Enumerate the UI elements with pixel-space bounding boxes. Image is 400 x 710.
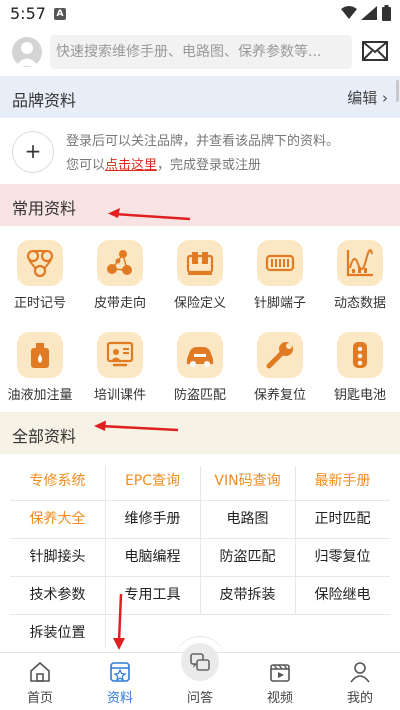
table-cell[interactable]: 皮带拆装 bbox=[200, 576, 295, 614]
wrench-icon bbox=[257, 332, 303, 378]
grid-label: 正时记号 bbox=[13, 296, 66, 311]
nav-tab-video[interactable]: 视频 bbox=[240, 653, 320, 710]
wifi-icon bbox=[341, 6, 357, 19]
oil-can-icon bbox=[17, 332, 63, 378]
belt-icon bbox=[97, 240, 143, 286]
table-cell[interactable]: 电脑编程 bbox=[105, 538, 200, 576]
table-cell[interactable]: 拆装位置 bbox=[10, 614, 105, 652]
profile-icon bbox=[350, 662, 370, 683]
search-box[interactable] bbox=[50, 35, 352, 69]
key-fob-icon bbox=[337, 332, 383, 378]
signal-icon bbox=[361, 6, 377, 20]
pin-terminal-icon bbox=[257, 240, 303, 286]
table-cell[interactable]: VIN码查询 bbox=[200, 462, 295, 500]
brand-section-title: 品牌资料 bbox=[12, 91, 77, 110]
common-item-pin-terminals[interactable]: 针脚端子 bbox=[240, 226, 320, 316]
all-section-header: 全部资料 bbox=[0, 412, 400, 454]
login-suffix: ，完成登录或注册 bbox=[157, 158, 262, 173]
grid-label: 油液加注量 bbox=[7, 388, 73, 403]
qa-icon bbox=[190, 653, 210, 671]
common-data-grid: 正时记号 皮带走向 保险定义 针脚端子 动态数据 油液加注量 培训课件 防盗匹配… bbox=[0, 226, 400, 412]
login-hint-text: 登录后可以关注品牌，并查看该品牌下的资料。 bbox=[66, 134, 340, 149]
user-silhouette-icon bbox=[16, 42, 38, 66]
nav-label: 首页 bbox=[26, 691, 53, 706]
grid-label: 针脚端子 bbox=[253, 296, 306, 311]
table-cell[interactable]: 最新手册 bbox=[295, 462, 390, 500]
plus-icon: + bbox=[24, 139, 42, 163]
timing-icon bbox=[17, 240, 63, 286]
table-cell[interactable]: 归零复位 bbox=[295, 538, 390, 576]
home-icon bbox=[30, 661, 50, 682]
qa-button[interactable] bbox=[181, 643, 219, 681]
docs-icon bbox=[110, 662, 130, 682]
login-hint-line: 您可以点击这里，完成登录或注册 bbox=[66, 154, 261, 173]
table-cell[interactable]: 技术参数 bbox=[10, 576, 105, 614]
common-section-title: 常用资料 bbox=[12, 199, 77, 218]
search-input[interactable] bbox=[50, 35, 352, 69]
mail-icon[interactable] bbox=[362, 40, 388, 62]
chevron-right-icon: › bbox=[382, 89, 388, 107]
grid-label: 钥匙电池 bbox=[333, 388, 386, 403]
avatar[interactable] bbox=[12, 37, 42, 67]
edit-label: 编辑 bbox=[347, 89, 378, 107]
common-item-anti-theft[interactable]: 防盗匹配 bbox=[160, 318, 240, 408]
battery-icon bbox=[382, 5, 391, 21]
brand-section-header: 品牌资料 编辑 › bbox=[0, 76, 400, 118]
annotation-arrow-icon bbox=[94, 420, 179, 432]
common-item-training[interactable]: 培训课件 bbox=[80, 318, 160, 408]
table-cell[interactable]: 正时匹配 bbox=[295, 500, 390, 538]
common-item-fuse-definition[interactable]: 保险定义 bbox=[160, 226, 240, 316]
grid-label: 保养复位 bbox=[253, 388, 306, 403]
all-section-title: 全部资料 bbox=[12, 427, 77, 446]
edit-brands-button[interactable]: 编辑 › bbox=[347, 87, 388, 108]
nav-label: 视频 bbox=[266, 691, 293, 706]
scrollbar-thumb[interactable] bbox=[396, 80, 399, 102]
brand-login-prompt: + 登录后可以关注品牌，并查看该品牌下的资料。 您可以点击这里，完成登录或注册 bbox=[0, 118, 400, 184]
nav-tab-home[interactable]: 首页 bbox=[0, 653, 80, 710]
nav-label: 问答 bbox=[186, 691, 213, 706]
common-item-maintenance-reset[interactable]: 保养复位 bbox=[240, 318, 320, 408]
grid-label: 防盗匹配 bbox=[173, 388, 226, 403]
nav-tab-profile[interactable]: 我的 bbox=[320, 653, 400, 710]
nav-label: 资料 bbox=[106, 691, 133, 706]
all-data-table: 专修系统 EPC查询 VIN码查询 最新手册 保养大全 维修手册 电路图 正时匹… bbox=[10, 462, 390, 652]
table-cell[interactable]: 电路图 bbox=[200, 500, 295, 538]
nav-tab-docs[interactable]: 资料 bbox=[80, 653, 160, 710]
video-icon bbox=[270, 664, 290, 682]
annotation-arrow-icon bbox=[113, 593, 125, 650]
fuse-icon bbox=[177, 240, 223, 286]
nav-label: 我的 bbox=[346, 691, 373, 706]
car-key-icon bbox=[177, 332, 223, 378]
table-cell[interactable]: 保养大全 bbox=[10, 500, 105, 538]
common-section-header: 常用资料 bbox=[0, 184, 400, 226]
grid-label: 皮带走向 bbox=[93, 296, 146, 311]
notification-badge-icon: A bbox=[54, 8, 66, 20]
training-icon bbox=[97, 332, 143, 378]
table-cell[interactable]: 专修系统 bbox=[10, 462, 105, 500]
grid-label: 动态数据 bbox=[333, 296, 386, 311]
table-cell[interactable]: 针脚接头 bbox=[10, 538, 105, 576]
grid-label: 培训课件 bbox=[93, 388, 146, 403]
status-bar: 5:57 A bbox=[0, 0, 400, 28]
search-header bbox=[0, 28, 400, 76]
login-prefix: 您可以 bbox=[66, 158, 106, 173]
add-brand-button[interactable]: + bbox=[12, 131, 54, 173]
grid-label: 保险定义 bbox=[173, 296, 226, 311]
annotation-arrow-icon bbox=[108, 208, 191, 221]
dynamic-data-icon bbox=[337, 240, 383, 286]
table-cell[interactable]: 防盗匹配 bbox=[200, 538, 295, 576]
table-cell[interactable]: 保险继电 bbox=[295, 576, 390, 614]
common-item-key-battery[interactable]: 钥匙电池 bbox=[320, 318, 400, 408]
table-divider bbox=[105, 618, 106, 648]
table-cell[interactable]: 维修手册 bbox=[105, 500, 200, 538]
table-cell[interactable]: EPC查询 bbox=[105, 462, 200, 500]
common-item-belt-routing[interactable]: 皮带走向 bbox=[80, 226, 160, 316]
status-time: 5:57 bbox=[10, 4, 46, 23]
login-link[interactable]: 点击这里 bbox=[105, 158, 157, 173]
common-item-dynamic-data[interactable]: 动态数据 bbox=[320, 226, 400, 316]
common-item-timing-marks[interactable]: 正时记号 bbox=[0, 226, 80, 316]
common-item-fluid-capacity[interactable]: 油液加注量 bbox=[0, 318, 80, 408]
